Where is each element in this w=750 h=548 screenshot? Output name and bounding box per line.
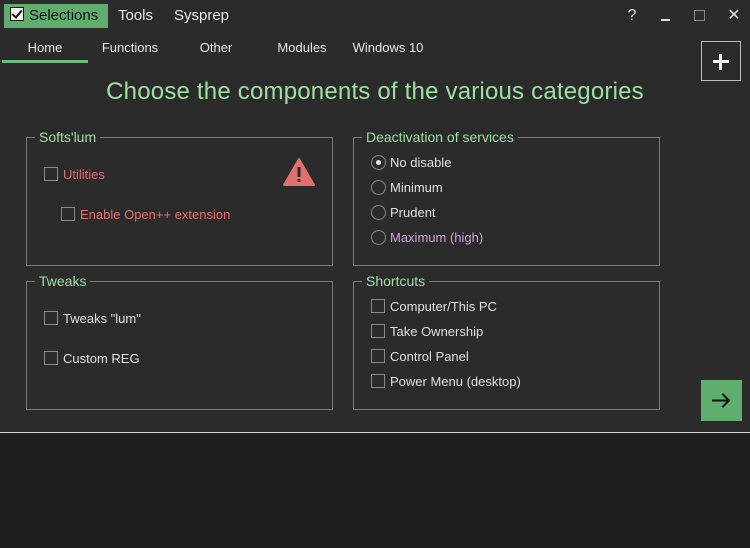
checkbox-box	[44, 167, 58, 181]
checkbox-box	[44, 311, 58, 325]
custom-reg-label: Custom REG	[63, 351, 140, 366]
deactivation-group-title: Deactivation of services	[362, 129, 518, 145]
tab-bar: Home Functions Other Modules Windows 10	[0, 38, 700, 63]
checkbox-box	[371, 324, 385, 338]
tab-other[interactable]: Other	[176, 38, 256, 60]
next-button[interactable]	[701, 380, 742, 421]
shortcut-take-ownership-label: Take Ownership	[390, 324, 484, 339]
softslum-group: Softs'lum Utilities Enable Open++ extens…	[26, 129, 333, 266]
radio-icon	[371, 230, 386, 245]
menu-bar: Selections Tools Sysprep ? ✕	[0, 0, 750, 32]
warning-icon	[283, 158, 315, 186]
help-button[interactable]: ?	[620, 4, 644, 28]
radio-prudent-label: Prudent	[390, 205, 436, 220]
tab-home[interactable]: Home	[2, 38, 88, 63]
checkbox-box	[371, 374, 385, 388]
softslum-group-title: Softs'lum	[35, 129, 101, 145]
check-icon	[10, 7, 24, 21]
openpp-label: Enable Open++ extension	[80, 207, 231, 222]
shortcut-power-menu-label: Power Menu (desktop)	[390, 374, 521, 389]
shortcuts-group-title: Shortcuts	[362, 273, 430, 289]
tweaks-group: Tweaks Tweaks "lum" Custom REG	[26, 273, 333, 410]
page-title: Choose the components of the various cat…	[106, 78, 644, 105]
menu-sysprep[interactable]: Sysprep	[174, 4, 229, 28]
shortcuts-group: Shortcuts Computer/This PC Take Ownershi…	[353, 273, 660, 410]
tab-windows-10[interactable]: Windows 10	[348, 38, 428, 60]
maximize-button[interactable]	[688, 4, 712, 28]
checkbox-box	[61, 207, 75, 221]
radio-no-disable-label: No disable	[390, 155, 452, 170]
checkbox-box	[371, 349, 385, 363]
add-button[interactable]	[701, 41, 741, 81]
radio-maximum-label: Maximum (high)	[390, 230, 484, 245]
app-window: Selections Tools Sysprep ? ✕ Home Functi…	[0, 0, 750, 433]
radio-icon	[371, 180, 386, 195]
tweaks-group-title: Tweaks	[35, 273, 91, 289]
tab-functions[interactable]: Functions	[90, 38, 170, 60]
minimize-button[interactable]	[654, 4, 678, 28]
menu-selections[interactable]: Selections	[4, 4, 108, 28]
deactivation-group: Deactivation of services No disable Mini…	[353, 129, 660, 266]
radio-minimum-label: Minimum	[390, 180, 443, 195]
radio-icon	[371, 205, 386, 220]
shortcut-this-pc-label: Computer/This PC	[390, 299, 497, 314]
arrow-right-icon	[712, 393, 731, 408]
utilities-label: Utilities	[63, 167, 105, 182]
shortcut-control-panel-label: Control Panel	[390, 349, 469, 364]
menu-selections-label: Selections	[29, 7, 99, 24]
menu-tools[interactable]: Tools	[118, 4, 153, 28]
tab-modules[interactable]: Modules	[262, 38, 342, 60]
checkbox-box	[371, 299, 385, 313]
checkbox-box	[44, 351, 58, 365]
close-button[interactable]: ✕	[722, 4, 746, 28]
radio-icon	[371, 155, 386, 170]
tweaks-lum-label: Tweaks "lum"	[63, 311, 141, 326]
